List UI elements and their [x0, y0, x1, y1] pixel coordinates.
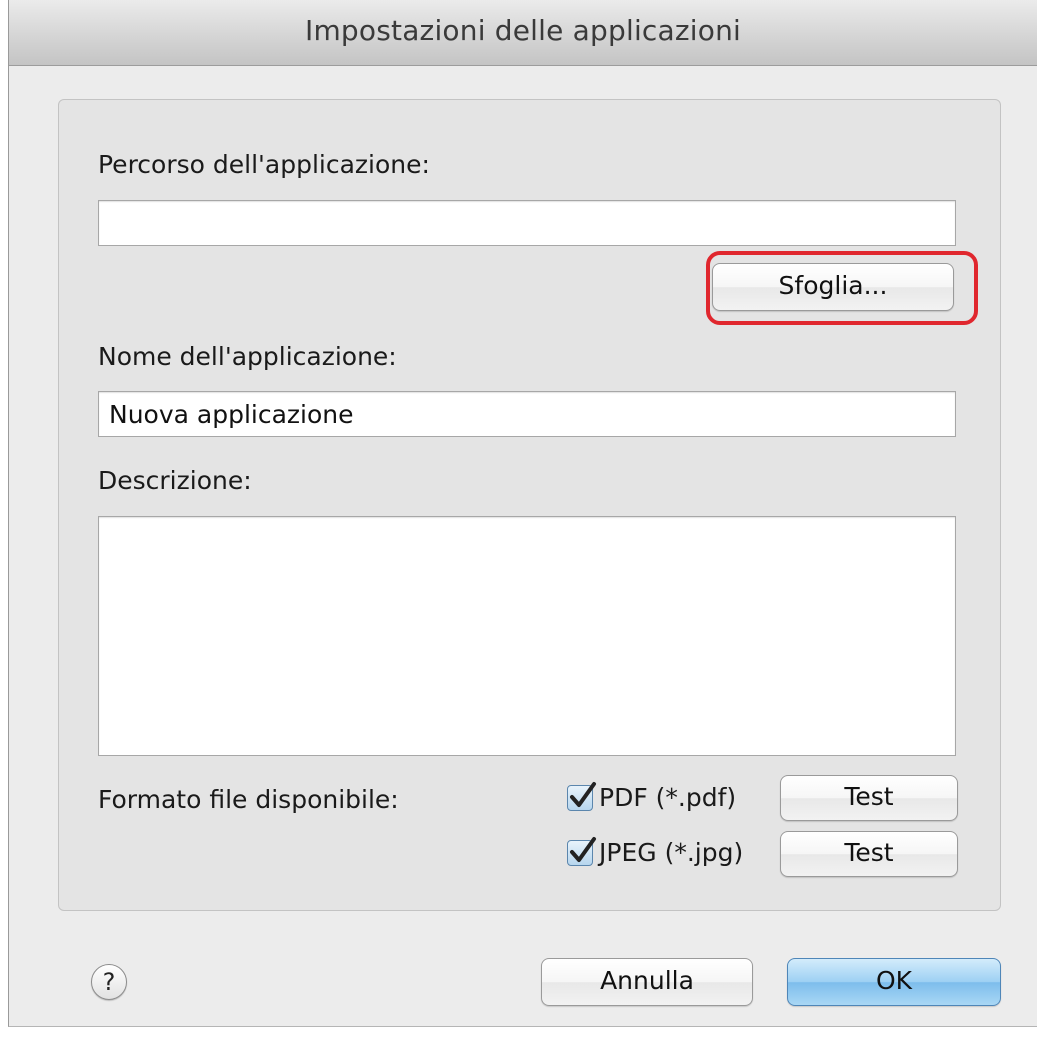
pdf-checkbox[interactable] [567, 782, 596, 811]
title-bar[interactable]: Impostazioni delle applicazioni [9, 0, 1037, 66]
ok-button[interactable]: OK [787, 958, 1001, 1006]
application-name-label: Nome dell'applicazione: [98, 342, 397, 371]
pdf-format-label[interactable]: PDF (*.pdf) [599, 783, 736, 812]
pdf-test-button[interactable]: Test [780, 775, 958, 821]
application-path-field[interactable] [98, 200, 956, 246]
application-name-field[interactable]: Nuova applicazione [98, 391, 956, 437]
jpeg-test-button[interactable]: Test [780, 831, 958, 877]
application-path-label: Percorso dell'applicazione: [98, 150, 430, 179]
cancel-button[interactable]: Annulla [541, 958, 753, 1006]
browse-button-highlight [706, 251, 978, 325]
help-button[interactable]: ? [91, 964, 127, 1000]
application-settings-dialog: Impostazioni delle applicazioni Percorso… [8, 0, 1037, 1027]
window-title: Impostazioni delle applicazioni [304, 14, 742, 47]
available-format-label: Formato file disponibile: [98, 785, 399, 814]
jpeg-checkbox[interactable] [567, 837, 596, 866]
checkmark-icon [570, 837, 596, 862]
jpeg-format-label[interactable]: JPEG (*.jpg) [599, 838, 743, 867]
description-label: Descrizione: [98, 466, 252, 495]
checkmark-icon [570, 782, 596, 807]
description-textarea[interactable] [98, 516, 956, 756]
